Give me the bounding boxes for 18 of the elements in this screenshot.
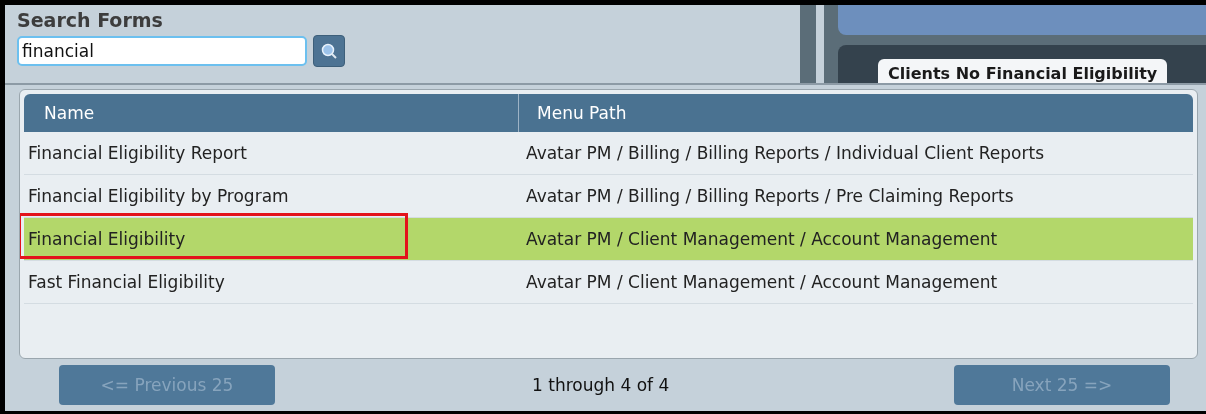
- column-header[interactable]: Name: [24, 94, 518, 132]
- table-cell: Avatar PM / Billing / Billing Reports / Individual Client Reports: [526, 143, 1044, 163]
- table-cell: Avatar PM / Billing / Billing Reports / Pre Claiming Reports: [526, 186, 1014, 206]
- table-cell: Financial Eligibility Report: [28, 143, 247, 163]
- table-cell: Financial Eligibility: [28, 229, 186, 249]
- page-status: 1 through 4 of 4: [532, 375, 670, 395]
- search-field[interactable]: financial: [17, 36, 307, 66]
- tab[interactable]: Clients No Financial Eligibility: [878, 59, 1168, 83]
- table-row[interactable]: Financial Eligibility Report Avatar PM / Billing / Billing Reports / Individual Client Reports: [24, 132, 1193, 175]
- table-cell: Avatar PM / Client Management / Account Management: [526, 272, 998, 292]
- table-cell: Avatar PM / Client Management / Account Management: [526, 229, 998, 249]
- table-row[interactable]: Fast Financial Eligibility Avatar PM / Client Management / Account Management: [24, 261, 1193, 304]
- panel-title: Search Forms: [17, 9, 164, 33]
- table-cell: Financial Eligibility by Program: [28, 186, 289, 206]
- search-button[interactable]: [313, 35, 345, 67]
- search-icon: [320, 42, 338, 60]
- column-header[interactable]: Menu Path: [518, 94, 1193, 132]
- table-cell: Fast Financial Eligibility: [28, 272, 225, 292]
